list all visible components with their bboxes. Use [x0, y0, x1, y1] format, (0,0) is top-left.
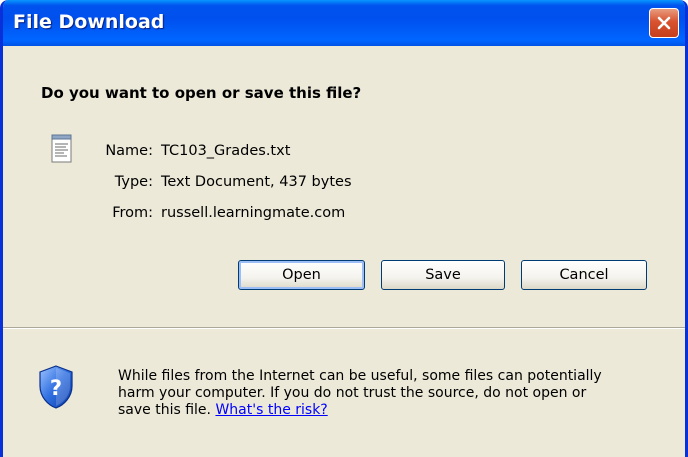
- save-button[interactable]: Save: [381, 260, 505, 290]
- file-name-label: Name:: [105, 143, 153, 159]
- warning-line-1: While files from the Internet can be use…: [118, 368, 602, 384]
- open-button[interactable]: Open: [238, 260, 365, 290]
- security-warning: While files from the Internet can be use…: [118, 368, 658, 419]
- window-title: File Download: [13, 11, 165, 33]
- text-document-icon: [51, 134, 72, 163]
- section-divider: [3, 327, 685, 329]
- close-button[interactable]: [649, 8, 679, 38]
- file-name-value: TC103_Grades.txt: [161, 143, 291, 159]
- warning-line-2: harm your computer. If you do not trust …: [118, 385, 587, 401]
- title-bar[interactable]: File Download: [3, 0, 685, 46]
- file-source-label: From:: [112, 205, 153, 221]
- close-icon: [657, 16, 671, 30]
- file-download-dialog: File Download Do you want to open or sav…: [0, 0, 688, 457]
- file-type-value: Text Document, 437 bytes: [161, 174, 352, 190]
- security-shield-question-icon: ?: [39, 365, 73, 409]
- svg-text:?: ?: [50, 376, 62, 400]
- dialog-body: Do you want to open or save this file? N…: [3, 46, 685, 457]
- cancel-button[interactable]: Cancel: [521, 260, 647, 290]
- warning-line-3: save this file.: [118, 402, 216, 418]
- whats-the-risk-link[interactable]: What's the risk?: [215, 402, 327, 418]
- dialog-question: Do you want to open or save this file?: [41, 84, 362, 102]
- file-source-value: russell.learningmate.com: [161, 205, 346, 221]
- file-type-label: Type:: [114, 174, 153, 190]
